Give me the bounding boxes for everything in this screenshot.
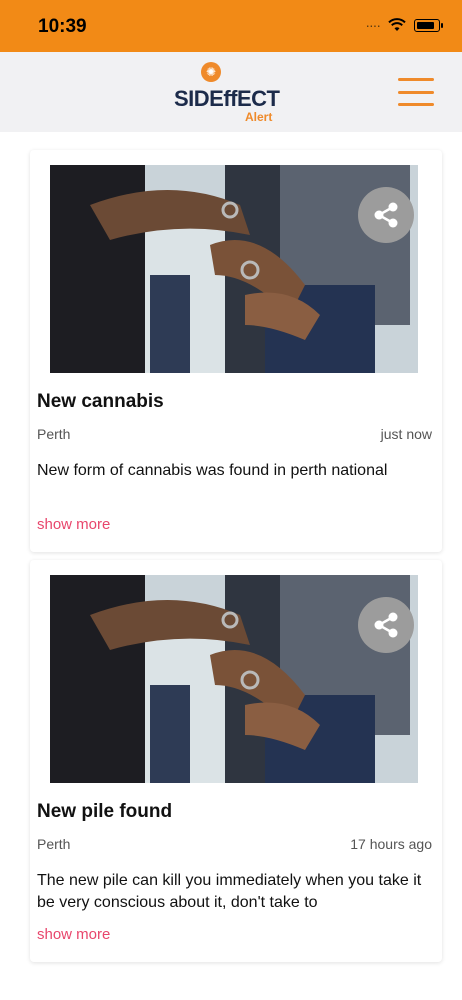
share-icon <box>374 612 398 638</box>
show-more-link[interactable]: show more <box>37 926 110 943</box>
hamburger-menu-button[interactable] <box>398 78 434 106</box>
post-image[interactable] <box>50 575 418 783</box>
post-time: 17 hours ago <box>350 836 432 852</box>
post-title[interactable]: New cannabis <box>37 391 164 413</box>
handcuffs-photo <box>50 575 418 783</box>
menu-line <box>398 90 434 94</box>
status-icons: ···· <box>365 17 443 33</box>
menu-line <box>398 78 434 81</box>
status-time: 10:39 <box>38 16 87 37</box>
post-title[interactable]: New pile found <box>37 801 172 823</box>
post-card[interactable]: New pile found Perth 17 hours ago The ne… <box>30 560 442 962</box>
app-logo[interactable]: ✺ SIDEffECT Alert <box>174 62 294 124</box>
post-location: Perth <box>37 836 71 852</box>
wifi-icon <box>388 18 406 31</box>
post-description: The new pile can kill you immediately wh… <box>37 872 422 911</box>
battery-icon <box>414 18 443 32</box>
logo-mark-icon: ✺ <box>201 62 221 82</box>
post-location: Perth <box>37 426 71 442</box>
logo-text: SIDEffECT <box>174 86 280 111</box>
post-description: New form of cannabis was found in perth … <box>37 462 388 479</box>
show-more-link[interactable]: show more <box>37 516 110 533</box>
post-time: just now <box>380 426 432 442</box>
share-button[interactable] <box>358 187 414 243</box>
post-image[interactable] <box>50 165 418 373</box>
post-card[interactable]: New cannabis Perth just now New form of … <box>30 150 442 552</box>
share-icon <box>374 202 398 228</box>
app-header: ✺ SIDEffECT Alert <box>0 52 462 132</box>
handcuffs-photo <box>50 165 418 373</box>
menu-line <box>398 103 434 106</box>
signal-icon: ···· <box>365 17 381 33</box>
logo-subtext: Alert <box>245 110 273 124</box>
status-bar: 10:39 ···· <box>0 0 462 52</box>
share-button[interactable] <box>358 597 414 653</box>
